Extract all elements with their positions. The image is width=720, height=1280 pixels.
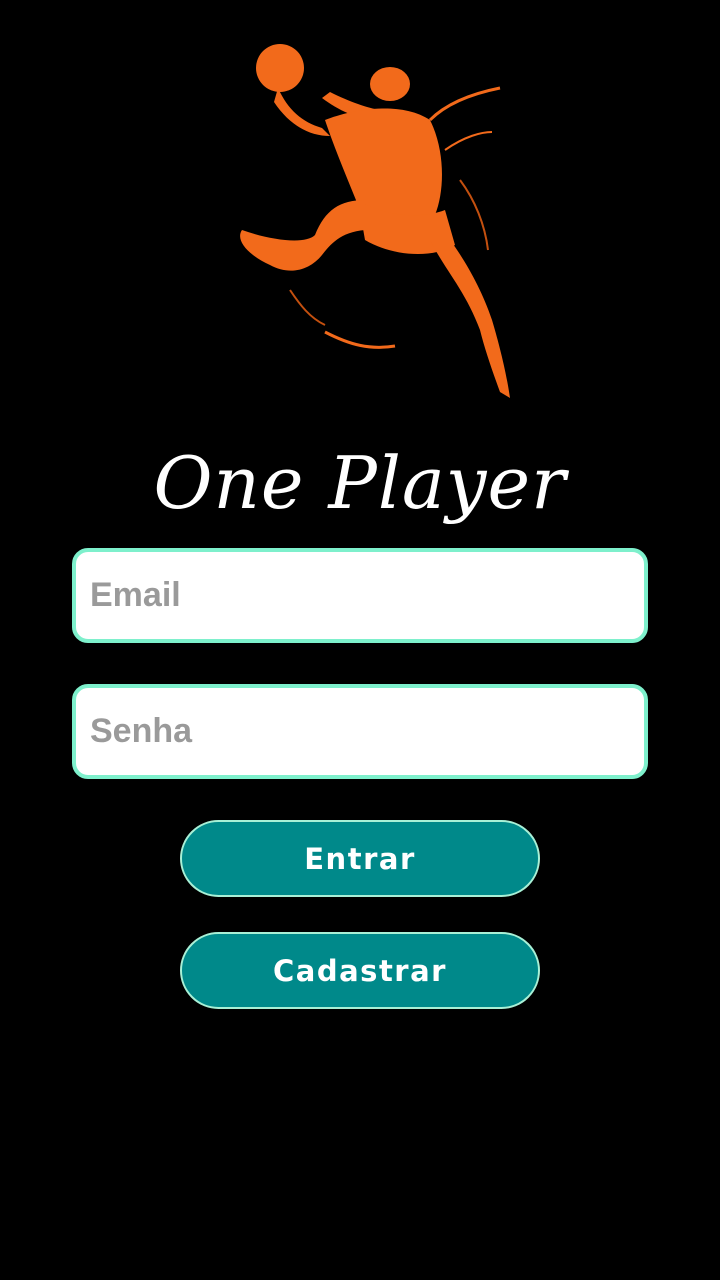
app-title: One Player (153, 441, 567, 525)
login-button[interactable]: Entrar (180, 820, 540, 897)
basketball-player-icon (240, 44, 510, 398)
app-logo (230, 40, 520, 400)
register-button[interactable]: Cadastrar (180, 932, 540, 1009)
password-input[interactable] (76, 688, 644, 775)
password-field[interactable] (72, 684, 648, 779)
email-input[interactable] (76, 552, 644, 639)
email-field[interactable] (72, 548, 648, 643)
